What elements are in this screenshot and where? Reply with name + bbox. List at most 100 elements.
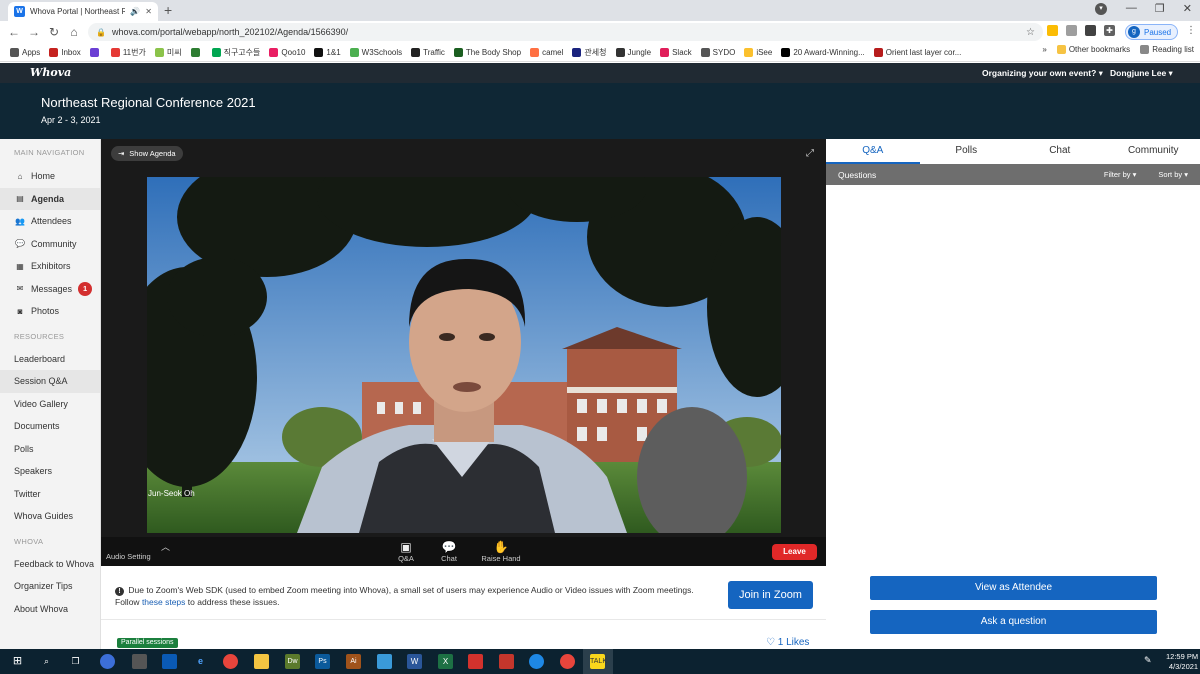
bookmark-item[interactable]: Jungle xyxy=(615,47,651,57)
whova-logo[interactable]: Whova xyxy=(30,66,71,79)
raise-hand-button[interactable]: ✋ Raise Hand xyxy=(476,540,526,563)
illustrator-icon[interactable]: Ai xyxy=(346,654,361,669)
bookmark-item[interactable]: W3Schools xyxy=(349,47,402,57)
bookmark-item[interactable]: 관세청 xyxy=(572,47,607,58)
app-icon[interactable] xyxy=(132,654,147,669)
sidebar-item-community[interactable]: 💬 Community xyxy=(0,233,100,256)
bookmark-item[interactable]: 미씨 xyxy=(154,47,182,58)
bookmark-item[interactable]: SYDO xyxy=(700,47,735,57)
tab-search-icon[interactable]: ▾ xyxy=(1095,3,1107,15)
sidebar-item-agenda[interactable]: ▤ Agenda xyxy=(0,187,100,210)
store-icon[interactable] xyxy=(162,654,177,669)
sort-by-dropdown[interactable]: Sort by ▾ xyxy=(1158,170,1188,179)
sidebar-item-speakers[interactable]: Speakers xyxy=(0,460,100,483)
tab-community[interactable]: Community xyxy=(1107,139,1200,164)
join-in-zoom-button[interactable]: Join in Zoom xyxy=(728,581,813,609)
sidebar-item-exhibitors[interactable]: ▦ Exhibitors xyxy=(0,255,100,278)
bookmark-item[interactable]: 직구고수들 xyxy=(211,47,260,58)
bookmark-item[interactable]: Slack xyxy=(660,47,692,57)
sidebar-item-messages[interactable]: ✉ Messages 1 xyxy=(0,278,100,301)
bookmark-item[interactable] xyxy=(89,47,102,57)
filter-by-dropdown[interactable]: Filter by ▾ xyxy=(1104,170,1137,179)
forward-arrow-icon[interactable]: → xyxy=(24,25,44,39)
reading-list-button[interactable]: Reading list xyxy=(1140,45,1194,54)
speaker-icon[interactable]: 🔊 xyxy=(130,7,140,16)
new-tab-button[interactable]: + xyxy=(164,2,172,18)
likes-button[interactable]: ♡ 1 Likes xyxy=(766,637,809,648)
sidebar-item-feedback-to-whova[interactable]: Feedback to Whova xyxy=(0,553,100,576)
chat-control-button[interactable]: 💬 Chat xyxy=(424,540,474,563)
reload-icon[interactable]: ↻ xyxy=(44,25,64,39)
edge-icon[interactable] xyxy=(529,654,544,669)
word-icon[interactable]: W xyxy=(407,654,422,669)
bookmark-item[interactable]: 1&1 xyxy=(314,47,341,57)
sidebar-item-about-whova[interactable]: About Whova xyxy=(0,598,100,621)
restore-icon[interactable]: ❐ xyxy=(1155,2,1165,15)
audio-setting-button[interactable]: Audio Setting xyxy=(106,552,151,561)
bookmark-item[interactable] xyxy=(190,47,203,57)
bookmark-item[interactable]: The Body Shop xyxy=(453,47,521,57)
sidebar-item-twitter[interactable]: Twitter xyxy=(0,483,100,506)
sidebar-item-leaderboard[interactable]: Leaderboard xyxy=(0,348,100,371)
puzzle-extensions-icon[interactable]: ✚ xyxy=(1104,25,1115,36)
leave-button[interactable]: Leave xyxy=(772,544,817,560)
google-drive-extension-icon[interactable] xyxy=(1047,25,1058,36)
bookmark-item[interactable]: 20 Award-Winning... xyxy=(781,47,865,57)
sidebar-item-photos[interactable]: ◙ Photos xyxy=(0,300,100,323)
lock-icon[interactable]: 🔒 xyxy=(96,28,106,37)
task-view-icon[interactable]: ❐ xyxy=(68,654,83,669)
sidebar-item-attendees[interactable]: 👥 Attendees xyxy=(0,210,100,233)
back-arrow-icon[interactable]: ← xyxy=(4,25,24,39)
sidebar-item-video-gallery[interactable]: Video Gallery xyxy=(0,393,100,416)
system-clock[interactable]: 12:59 PM 4/3/2021 xyxy=(1166,652,1198,672)
bookmark-item[interactable]: camel xyxy=(530,47,563,57)
internet-explorer-icon[interactable]: e xyxy=(193,654,208,669)
excel-icon[interactable]: X xyxy=(438,654,453,669)
sidebar-item-session-q-a[interactable]: Session Q&A xyxy=(0,370,100,393)
bookmark-item[interactable]: Inbox xyxy=(49,47,81,57)
dreamweaver-icon[interactable]: Dw xyxy=(285,654,300,669)
sidebar-item-home[interactable]: ⌂ Home xyxy=(0,165,100,188)
profile-paused-button[interactable]: g Paused xyxy=(1125,24,1179,40)
pen-tray-icon[interactable]: ✎ xyxy=(1144,655,1152,666)
file-explorer-icon[interactable] xyxy=(254,654,269,669)
sidebar-item-whova-guides[interactable]: Whova Guides xyxy=(0,505,100,528)
view-as-attendee-button[interactable]: View as Attendee xyxy=(870,576,1157,600)
search-icon[interactable]: ⌕ xyxy=(39,654,54,669)
chevron-up-icon[interactable]: ︿ xyxy=(161,540,170,553)
address-bar[interactable]: 🔒 whova.com/portal/webapp/north_202102/A… xyxy=(88,23,1043,41)
close-window-icon[interactable]: ✕ xyxy=(1183,2,1192,15)
powerpoint-icon[interactable] xyxy=(499,654,514,669)
fullscreen-icon[interactable]: ⤢ xyxy=(806,148,814,159)
organizing-event-link[interactable]: Organizing your own event? ▾ xyxy=(982,68,1103,79)
sidebar-item-polls[interactable]: Polls xyxy=(0,438,100,461)
browser-menu-icon[interactable]: ⋮ xyxy=(1186,25,1196,36)
bookmark-item[interactable]: iSee xyxy=(744,47,772,57)
ask-question-button[interactable]: Ask a question xyxy=(870,610,1157,634)
other-bookmarks-folder[interactable]: Other bookmarks xyxy=(1056,45,1130,54)
bookmark-item[interactable]: Traffic xyxy=(411,47,445,57)
bookmark-item[interactable]: 11번가 xyxy=(110,47,146,58)
chat-extension-icon[interactable] xyxy=(1085,25,1096,36)
user-menu[interactable]: Dongjune Lee ▾ xyxy=(1110,68,1173,79)
sidebar-item-documents[interactable]: Documents xyxy=(0,415,100,438)
bookmarks-overflow-button[interactable]: » xyxy=(1042,45,1046,54)
bookmark-item[interactable]: Qoo10 xyxy=(269,47,305,57)
browser-app-icon[interactable] xyxy=(100,654,115,669)
url-text[interactable]: whova.com/portal/webapp/north_202102/Age… xyxy=(112,27,1020,37)
windows-start-icon[interactable]: ⊞ xyxy=(10,654,25,669)
minimize-icon[interactable]: — xyxy=(1126,2,1137,15)
chrome-icon[interactable] xyxy=(223,654,238,669)
tab-qa[interactable]: Q&A xyxy=(826,139,920,164)
photoshop-icon[interactable]: Ps xyxy=(315,654,330,669)
tab-chat[interactable]: Chat xyxy=(1013,139,1107,164)
tab-polls[interactable]: Polls xyxy=(920,139,1014,164)
close-tab-icon[interactable]: ✕ xyxy=(145,7,152,16)
screenshot-extension-icon[interactable] xyxy=(1066,25,1077,36)
bookmark-item[interactable]: Orient last layer cor... xyxy=(873,47,961,57)
show-agenda-button[interactable]: ⇥ Show Agenda xyxy=(111,146,183,161)
sidebar-item-organizer-tips[interactable]: Organizer Tips xyxy=(0,575,100,598)
browser-tab[interactable]: W Whova Portal | Northeast Regional Conf… xyxy=(8,2,158,21)
kakaotalk-icon[interactable]: TALK xyxy=(590,654,607,669)
app-icon-2[interactable] xyxy=(377,654,392,669)
